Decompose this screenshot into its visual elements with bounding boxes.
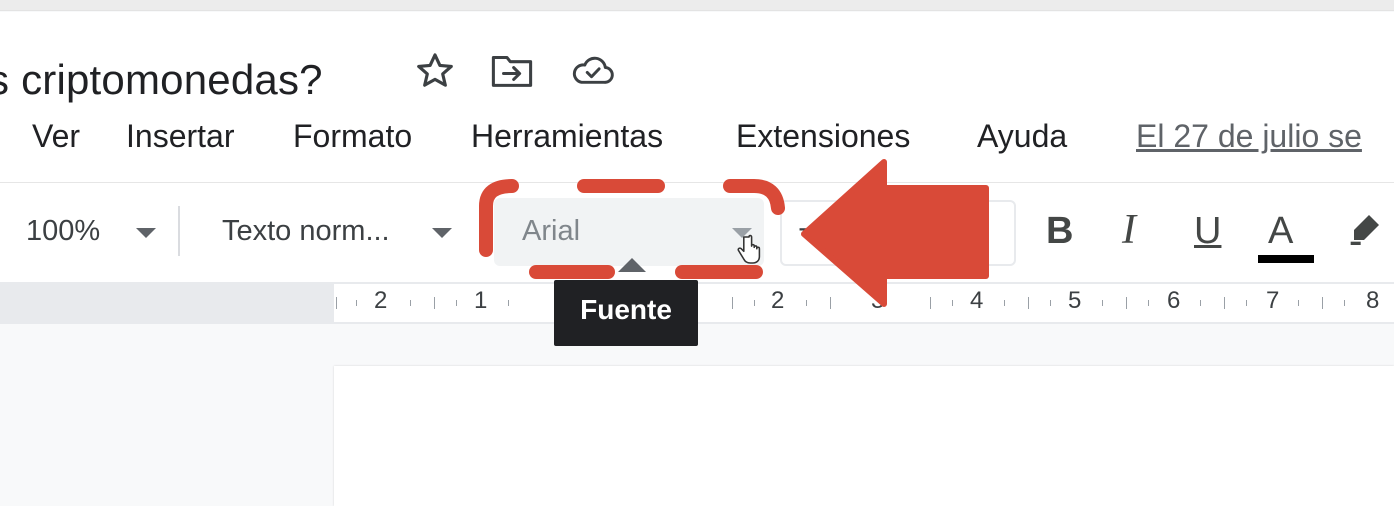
annotation-arrow bbox=[801, 159, 989, 307]
annotation-highlight-dashed-frame bbox=[479, 179, 519, 257]
annotation-highlight-dashed-frame bbox=[723, 179, 785, 215]
annotation-overlay bbox=[479, 159, 989, 307]
